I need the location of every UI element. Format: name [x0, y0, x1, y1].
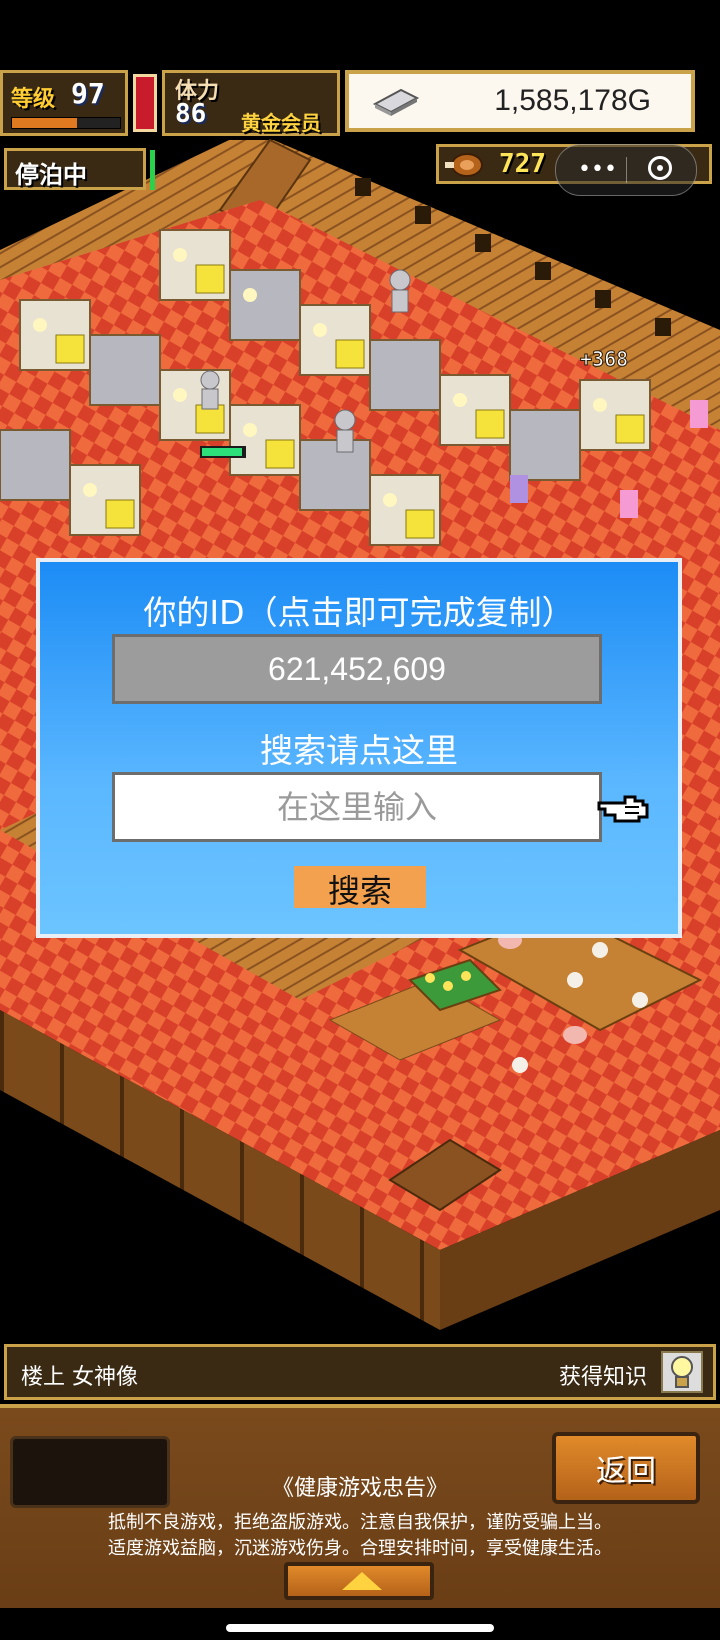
- meat-icon: [445, 153, 483, 177]
- gold-amount: 1,585,178G: [494, 84, 651, 117]
- level-progress-bar: [11, 117, 121, 129]
- info-bar: 楼上 女神像 获得知识: [4, 1344, 716, 1400]
- stamina-value: 86: [175, 99, 207, 129]
- level-panel: 等级 97: [0, 70, 128, 136]
- user-id-value[interactable]: 621,452,609: [115, 651, 599, 688]
- search-button[interactable]: 搜索: [294, 866, 426, 910]
- level-value: 97: [71, 77, 105, 110]
- health-notice-line2: 适度游戏益脑，沉迷游戏伤身。合理安排时间，享受健康生活。: [108, 1538, 612, 1559]
- float-bonus-text: +368: [580, 347, 628, 371]
- location-label: 楼上 女神像: [21, 1365, 138, 1390]
- vip-label: 黄金会员: [241, 111, 321, 135]
- lightbulb-icon[interactable]: [661, 1351, 703, 1393]
- bottom-panel: 返回 《健康游戏忠告》 抵制不良游戏，拒绝盗版游戏。注意自我保护，谨防受骗上当。…: [0, 1404, 720, 1608]
- stamina-gauge: [133, 74, 157, 132]
- expand-up-button[interactable]: [284, 1562, 434, 1600]
- stamina-panel: 体力 86 黄金会员: [162, 70, 340, 136]
- user-id-copy-box[interactable]: 621,452,609: [112, 634, 602, 704]
- anchor-status-indicator: [150, 150, 155, 190]
- anchor-status-label: 停泊中: [15, 161, 87, 189]
- level-label: 等级: [11, 87, 56, 112]
- dialog-title: 你的ID（点击即可完成复制）: [143, 593, 575, 632]
- health-notice-line1: 抵制不良游戏，拒绝盗版游戏。注意自我保护，谨防受骗上当。: [108, 1512, 612, 1533]
- close-miniprogram-icon[interactable]: [648, 156, 672, 180]
- anchor-status-button[interactable]: 停泊中: [4, 148, 146, 190]
- search-title: 搜索请点这里: [260, 731, 458, 770]
- knowledge-label: 获得知识: [558, 1365, 647, 1390]
- id-search-dialog: 你的ID（点击即可完成复制） 621,452,609 搜索请点这里 搜索: [36, 558, 682, 938]
- up-arrow-icon: [342, 1572, 382, 1590]
- gold-panel: 1,585,178G: [345, 70, 695, 132]
- more-options-icon[interactable]: •••: [578, 157, 617, 182]
- health-notice-title: 《健康游戏忠告》: [271, 1476, 448, 1501]
- home-indicator[interactable]: [226, 1624, 494, 1632]
- food-value: 727: [499, 149, 546, 179]
- pointing-hand-icon: [597, 795, 649, 823]
- miniprogram-capsule[interactable]: •••: [555, 144, 697, 196]
- gold-bar-icon: [372, 88, 420, 116]
- search-input[interactable]: [112, 772, 602, 842]
